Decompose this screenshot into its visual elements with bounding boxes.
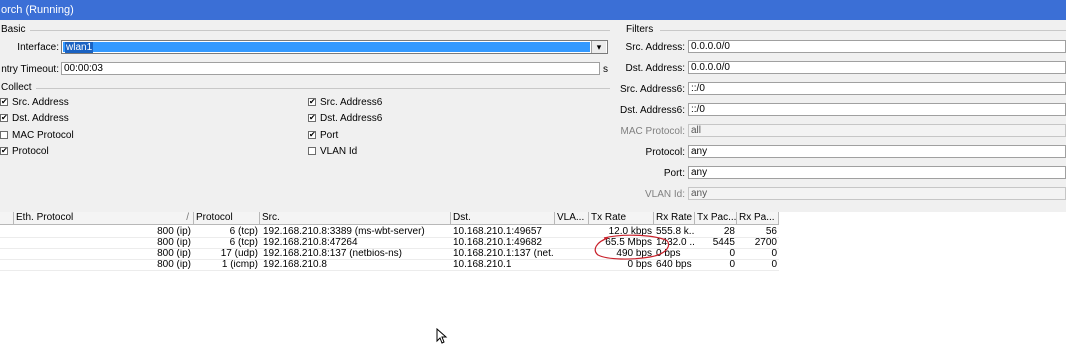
collect-vlan-id-label: VLAN Id <box>320 146 358 157</box>
filter-protocol-field[interactable]: any <box>688 145 1066 158</box>
collect-group-divider <box>36 88 610 89</box>
entry-timeout-label: ntry Timeout: <box>1 64 59 75</box>
vlan-id-checkbox[interactable] <box>308 147 316 155</box>
interface-select[interactable]: wlan1 ▾ <box>61 40 608 54</box>
checkmark-icon: ✔ <box>1 97 8 106</box>
filter-vlan-id-field[interactable]: any <box>688 187 1066 200</box>
filter-src-address-field[interactable]: 0.0.0.0/0 <box>688 40 1066 53</box>
filter-mac-protocol-field[interactable]: all <box>688 124 1066 137</box>
basic-group-divider <box>30 30 610 31</box>
column-header-rx-rate[interactable]: Rx Rate <box>654 212 695 225</box>
collect-protocol-label: Protocol <box>12 146 49 157</box>
sort-indicator-icon: / <box>186 212 189 223</box>
collect-group-label: Collect <box>1 82 32 93</box>
column-header-protocol[interactable]: Protocol <box>194 212 260 225</box>
collect-dst-address-label: Dst. Address <box>12 113 69 124</box>
checkmark-icon: ✔ <box>309 97 316 106</box>
filter-dst-address6-field[interactable]: ::/0 <box>688 103 1066 116</box>
checkmark-icon: ✔ <box>309 130 316 139</box>
torch-settings-panel: Basic Interface: wlan1 ▾ ntry Timeout: 0… <box>0 20 1066 212</box>
collect-src-address-label: Src. Address <box>12 97 69 108</box>
mac-protocol-checkbox[interactable] <box>0 131 8 139</box>
filters-group-label: Filters <box>626 24 654 35</box>
column-header-vlan[interactable]: VLA... <box>555 212 589 225</box>
filter-port-field[interactable]: any <box>688 166 1066 179</box>
basic-group-label: Basic <box>1 24 26 35</box>
checkmark-icon: ✔ <box>1 113 8 122</box>
mouse-pointer-icon <box>436 328 448 344</box>
interface-selection-highlight <box>63 42 590 52</box>
window-title: orch (Running) <box>1 4 74 16</box>
collect-src-address6-label: Src. Address6 <box>320 97 383 108</box>
row-divider <box>0 270 779 271</box>
src-address-checkbox[interactable]: ✔ <box>0 98 8 106</box>
column-header-tx-rate[interactable]: Tx Rate <box>589 212 654 225</box>
filter-dst-address-field[interactable]: 0.0.0.0/0 <box>688 61 1066 74</box>
filter-src-address6-label: Src. Address6: <box>619 84 685 95</box>
torch-results-table: Eth. Protocol / Protocol Src. Dst. VLA..… <box>0 212 1066 363</box>
column-header-rx-packets[interactable]: Rx Pa... <box>737 212 779 225</box>
checkmark-icon: ✔ <box>309 113 316 122</box>
column-header-eth-protocol[interactable]: Eth. Protocol / <box>14 212 194 225</box>
column-header-src[interactable]: Src. <box>260 212 451 225</box>
entry-timeout-field[interactable]: 00:00:03 <box>61 62 600 75</box>
red-annotation-ellipse-icon <box>594 234 670 260</box>
src-address6-checkbox[interactable]: ✔ <box>308 98 316 106</box>
column-header-tx-packets[interactable]: Tx Pac... <box>695 212 737 225</box>
filter-dst-address6-label: Dst. Address6: <box>619 105 685 116</box>
collect-mac-protocol-label: MAC Protocol <box>12 130 74 141</box>
filters-group-divider <box>660 30 1066 31</box>
filter-src-address-label: Src. Address: <box>625 42 685 53</box>
collect-port-label: Port <box>320 130 339 141</box>
interface-label: Interface: <box>17 42 59 53</box>
collect-dst-address6-label: Dst. Address6 <box>320 113 383 124</box>
filter-port-label: Port: <box>663 168 685 179</box>
column-header-dst[interactable]: Dst. <box>451 212 555 225</box>
window-title-bar[interactable]: orch (Running) <box>0 0 1066 20</box>
interface-value: wlan1 <box>65 42 94 53</box>
filter-vlan-id-label: VLAN Id: <box>644 189 685 200</box>
filter-protocol-label: Protocol: <box>645 147 685 158</box>
dst-address6-checkbox[interactable]: ✔ <box>308 114 316 122</box>
row-marker-header <box>0 212 14 225</box>
filter-mac-protocol-label: MAC Protocol: <box>620 126 685 137</box>
filter-dst-address-label: Dst. Address: <box>625 63 685 74</box>
filter-src-address6-field[interactable]: ::/0 <box>688 82 1066 95</box>
dst-address-checkbox[interactable]: ✔ <box>0 114 8 122</box>
protocol-checkbox[interactable]: ✔ <box>0 147 8 155</box>
checkmark-icon: ✔ <box>1 146 8 155</box>
port-checkbox[interactable]: ✔ <box>308 131 316 139</box>
